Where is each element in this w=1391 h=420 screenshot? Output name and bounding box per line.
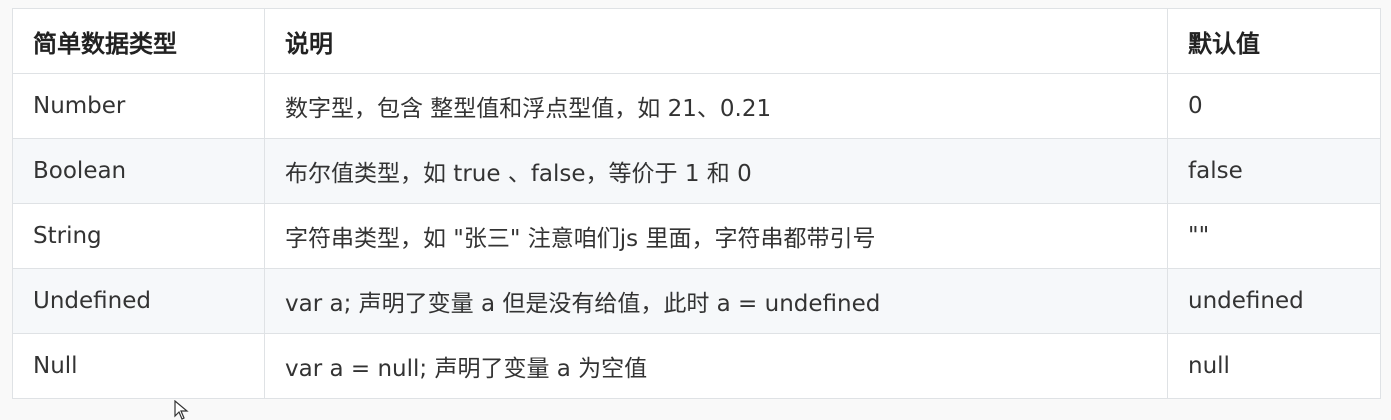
cell-default: false [1167,138,1381,204]
cell-default: "" [1167,203,1381,269]
table-row: Boolean 布尔值类型，如 true 、false，等价于 1 和 0 fa… [12,138,1381,204]
table-row: Number 数字型，包含 整型值和浮点型值，如 21、0.21 0 [12,73,1381,139]
header-default-value: 默认值 [1167,8,1381,74]
cell-description: var a = null; 声明了变量 a 为空值 [264,333,1168,399]
cell-description: 字符串类型，如 "张三" 注意咱们js 里面，字符串都带引号 [264,203,1168,269]
cell-type: Number [12,73,265,139]
header-type: 简单数据类型 [12,8,265,74]
data-types-table: 简单数据类型 说明 默认值 Number 数字型，包含 整型值和浮点型值，如 2… [12,8,1381,399]
cell-type: Boolean [12,138,265,204]
cell-description: 数字型，包含 整型值和浮点型值，如 21、0.21 [264,73,1168,139]
cell-type: Undefined [12,268,265,334]
cell-type: String [12,203,265,269]
cell-default: undefined [1167,268,1381,334]
table-row: Null var a = null; 声明了变量 a 为空值 null [12,333,1381,399]
table-row: Undefined var a; 声明了变量 a 但是没有给值，此时 a = u… [12,268,1381,334]
cell-description: var a; 声明了变量 a 但是没有给值，此时 a = undefined [264,268,1168,334]
cell-type: Null [12,333,265,399]
header-description: 说明 [264,8,1168,74]
table-header-row: 简单数据类型 说明 默认值 [12,8,1381,74]
table-row: String 字符串类型，如 "张三" 注意咱们js 里面，字符串都带引号 "" [12,203,1381,269]
cell-default: 0 [1167,73,1381,139]
mouse-pointer-icon [174,400,189,420]
cell-default: null [1167,333,1381,399]
data-types-table-container: 简单数据类型 说明 默认值 Number 数字型，包含 整型值和浮点型值，如 2… [12,8,1381,399]
cell-description: 布尔值类型，如 true 、false，等价于 1 和 0 [264,138,1168,204]
